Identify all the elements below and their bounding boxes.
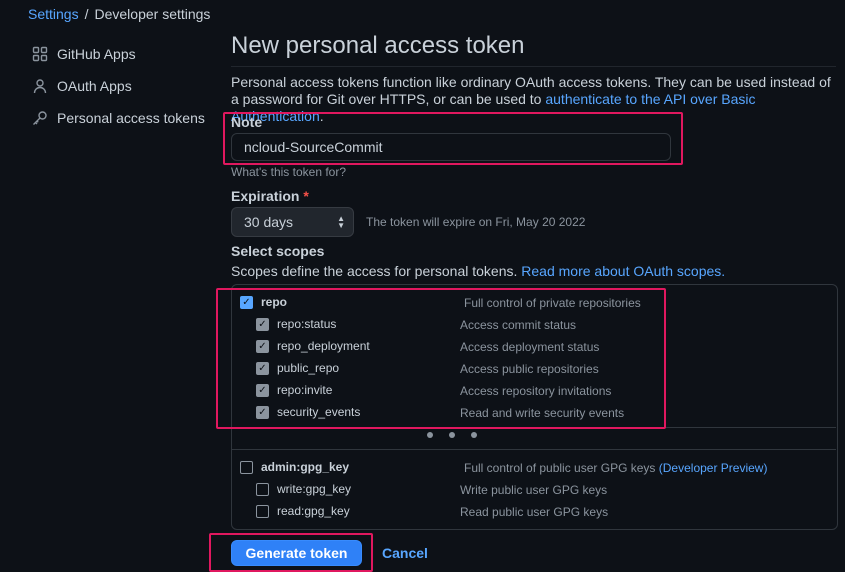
scope-name: public_repo — [277, 361, 340, 375]
scope-divider — [231, 427, 836, 428]
scope-security-events[interactable]: ✓ security_events — [256, 402, 360, 422]
description-end: . — [319, 108, 324, 124]
scope-name: read:gpg_key — [277, 504, 350, 518]
scope-public-repo[interactable]: ✓ public_repo — [256, 358, 339, 378]
scope-write-gpg-key[interactable]: write:gpg_key — [256, 479, 351, 499]
sidebar-item-label: OAuth Apps — [57, 78, 132, 94]
expiration-label: Expiration * — [231, 188, 309, 204]
checkbox-unchecked-icon[interactable] — [240, 460, 253, 474]
oauth-scopes-link[interactable]: Read more about OAuth scopes. — [521, 263, 725, 279]
sidebar-item-personal-access-tokens[interactable]: Personal access tokens — [32, 102, 212, 134]
scope-name: repo:status — [277, 317, 337, 331]
breadcrumb-current: Developer settings — [94, 6, 211, 22]
breadcrumb-separator: / — [84, 6, 89, 22]
scope-repo-deployment[interactable]: ✓ repo_deployment — [256, 336, 370, 356]
checkbox-checked-icon[interactable]: ✓ — [256, 317, 269, 331]
apps-grid-icon — [32, 46, 48, 62]
dot-icon — [427, 432, 433, 438]
dot-icon — [449, 432, 455, 438]
scope-admin-gpg-key[interactable]: admin:gpg_key — [240, 457, 349, 477]
title-divider — [231, 66, 836, 67]
scope-description: Read and write security events — [460, 406, 625, 420]
scope-description: Write public user GPG keys — [460, 483, 608, 497]
more-scopes-dots[interactable] — [427, 432, 477, 438]
scope-name: admin:gpg_key — [261, 460, 350, 474]
checkbox-checked-icon[interactable]: ✓ — [256, 361, 269, 375]
page-title: New personal access token — [231, 32, 525, 59]
scope-repo-status[interactable]: ✓ repo:status — [256, 314, 336, 334]
scope-description: Access deployment status — [460, 340, 600, 354]
scope-name: repo — [261, 295, 288, 309]
note-label: Note — [231, 114, 263, 130]
scope-description: Access repository invitations — [460, 384, 612, 398]
key-icon — [32, 110, 48, 126]
scope-description: Access commit status — [460, 318, 577, 332]
scopes-heading: Select scopes — [231, 243, 325, 259]
scope-name: repo_deployment — [277, 339, 370, 353]
sidebar-item-oauth-apps[interactable]: OAuth Apps — [32, 70, 212, 102]
checkbox-unchecked-icon[interactable] — [256, 482, 269, 496]
generate-token-button[interactable]: Generate token — [231, 540, 362, 566]
dot-icon — [471, 432, 477, 438]
scope-description: Read public user GPG keys — [460, 505, 609, 519]
required-mark: * — [303, 188, 309, 204]
expiration-selected-value: 30 days — [244, 214, 294, 230]
scope-repo-invite[interactable]: ✓ repo:invite — [256, 380, 332, 400]
checkbox-checked-icon[interactable]: ✓ — [256, 383, 269, 397]
developer-settings-sidebar: GitHub Apps OAuth Apps Personal access t… — [32, 38, 212, 134]
expiration-note: The token will expire on Fri, May 20 202… — [366, 215, 586, 229]
expiration-select[interactable]: 30 days ▲ ▼ — [231, 207, 354, 237]
sidebar-item-label: GitHub Apps — [57, 46, 136, 62]
sidebar-item-github-apps[interactable]: GitHub Apps — [32, 38, 212, 70]
cancel-link[interactable]: Cancel — [382, 545, 428, 561]
developer-preview-link[interactable]: (Developer Preview) — [659, 461, 768, 475]
expiration-label-text: Expiration — [231, 188, 300, 204]
scope-repo[interactable]: ✓ repo — [240, 292, 287, 312]
scope-description: Access public repositories — [460, 362, 599, 376]
person-icon — [32, 78, 48, 94]
scope-description: Full control of public user GPG keys (De… — [464, 461, 767, 475]
scope-description: Full control of private repositories — [464, 296, 641, 310]
scope-name: repo:invite — [277, 383, 333, 397]
checkbox-checked-icon[interactable]: ✓ — [256, 339, 269, 353]
sidebar-item-label: Personal access tokens — [57, 110, 205, 126]
scope-description-text: Full control of public user GPG keys — [464, 461, 656, 475]
breadcrumb-settings-link[interactable]: Settings — [28, 6, 79, 22]
scopes-description-text: Scopes define the access for personal to… — [231, 263, 522, 279]
note-input[interactable] — [231, 133, 671, 161]
scopes-description: Scopes define the access for personal to… — [231, 263, 725, 279]
scope-divider — [231, 449, 836, 450]
page-description: Personal access tokens function like ord… — [231, 74, 836, 125]
scope-name: security_events — [277, 405, 361, 419]
checkbox-checked-icon[interactable]: ✓ — [240, 295, 253, 309]
checkbox-checked-icon[interactable]: ✓ — [256, 405, 269, 419]
checkbox-unchecked-icon[interactable] — [256, 504, 269, 518]
select-arrows-icon: ▲ ▼ — [337, 214, 345, 230]
note-hint: What's this token for? — [231, 165, 347, 179]
scope-name: write:gpg_key — [277, 482, 352, 496]
scope-read-gpg-key[interactable]: read:gpg_key — [256, 501, 350, 521]
breadcrumb: Settings / Developer settings — [0, 0, 845, 28]
